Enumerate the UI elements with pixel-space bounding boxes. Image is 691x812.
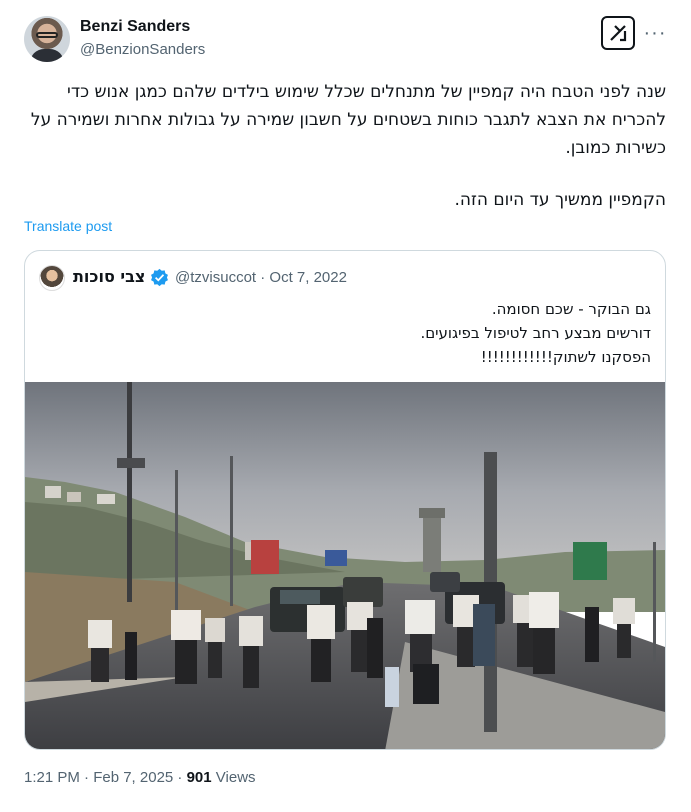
quoted-text: גם הבוקר - שכם חסומה. דורשים מבצע רחב לט… [51, 297, 651, 369]
post-paragraph: הקמפיין ממשיך עד היום הזה. [454, 190, 667, 210]
verified-badge-icon [151, 268, 168, 287]
grok-logo [610, 25, 627, 42]
quoted-handle-date[interactable]: @tzvisuccot · Oct 7, 2022 [175, 269, 347, 286]
photo-building [67, 492, 81, 502]
quoted-author-avatar[interactable] [39, 265, 65, 291]
photo-lamp [117, 458, 145, 468]
author-handle[interactable]: @BenzionSanders [80, 41, 205, 58]
photo-red-sign [251, 540, 279, 574]
more-icon[interactable]: ··· [640, 18, 670, 48]
photo-green-sign [573, 542, 607, 580]
photo-watchtower [423, 512, 441, 572]
photo-blue-sign [325, 550, 347, 566]
quoted-photo[interactable] [25, 382, 665, 750]
photo-lamp-pole [175, 470, 178, 610]
views-label: Views [211, 769, 256, 786]
photo-lamp-pole [127, 382, 132, 602]
photo-watchtower-top [419, 508, 445, 518]
photo-vehicle [430, 572, 460, 592]
author-name[interactable]: Benzi Sanders [80, 18, 190, 36]
photo-jeep-window [280, 590, 320, 604]
views-count: 901 [186, 769, 212, 786]
photo-building [45, 486, 61, 498]
translate-post-link[interactable]: Translate post [24, 218, 112, 234]
post-meta: 1:21 PM · Feb 7, 2025 · 901 Views [24, 769, 256, 786]
post-text: שנה לפני הטבח היה קמפיין של מתנחלים שכלל… [24, 78, 666, 238]
quoted-author-name[interactable]: צבי סוכות [73, 267, 145, 286]
post-timestamp[interactable]: 1:21 PM · Feb 7, 2025 · [24, 769, 187, 786]
grok-icon[interactable] [601, 16, 635, 50]
post-paragraph: שנה לפני הטבח היה קמפיין של מתנחלים שכלל… [30, 82, 666, 158]
quoted-line: הפסקנו לשתוק!!!!!!!!!!!! [480, 348, 651, 366]
photo-pole [653, 542, 656, 662]
quoted-line: גם הבוקר - שכם חסומה. [491, 300, 651, 318]
quoted-line: דורשים מבצע רחב לטיפול בפיגועים. [420, 324, 651, 342]
author-avatar[interactable] [24, 16, 70, 62]
photo-building [97, 494, 115, 504]
avatar-shirt [30, 49, 64, 62]
avatar-glasses [36, 32, 58, 38]
photo-lamp-pole [230, 456, 233, 606]
post-card: Benzi Sanders @BenzionSanders ··· שנה לפ… [0, 0, 691, 812]
quoted-post[interactable]: צבי סוכות @tzvisuccot · Oct 7, 2022 גם ה… [24, 250, 666, 750]
